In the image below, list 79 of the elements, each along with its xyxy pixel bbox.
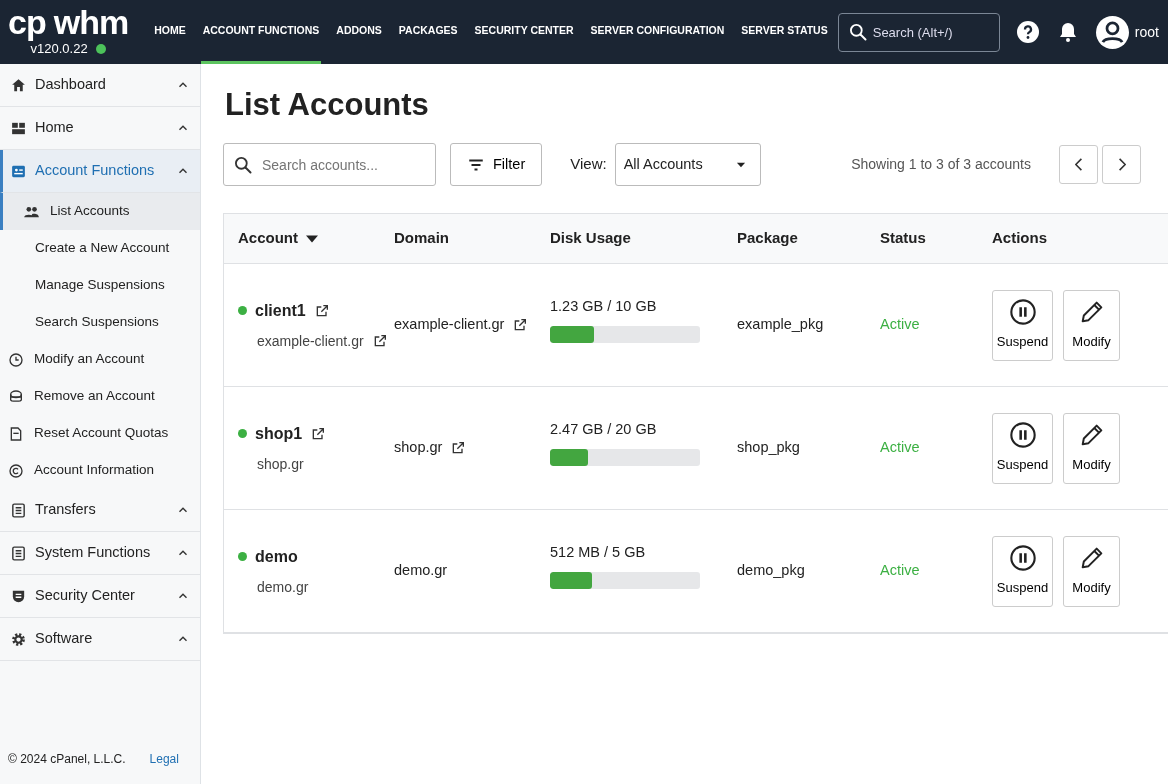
nav-tab[interactable]: ADDONS	[334, 0, 384, 64]
status-text: Active	[880, 562, 920, 579]
chevron-right-icon	[1117, 157, 1126, 173]
logo[interactable]: cp	[8, 5, 46, 40]
sidebar-item[interactable]: Modify an Account	[0, 341, 200, 378]
results-count: Showing 1 to 3 of 3 accounts	[851, 155, 1031, 175]
column-header[interactable]: Status	[880, 227, 926, 250]
filter-button[interactable]: Filter	[450, 143, 543, 187]
user-name[interactable]: root	[1134, 21, 1159, 43]
modify-button[interactable]: Modify	[1063, 289, 1120, 361]
suspend-button[interactable]: Suspend	[992, 289, 1053, 361]
nav-tab[interactable]: SERVER STATUS	[739, 0, 830, 64]
legal-link[interactable]: Legal	[149, 750, 179, 768]
disk-usage-text: 1.23 GB / 10 GB	[550, 296, 658, 316]
version-text: v120.0.22	[30, 41, 88, 59]
help-icon[interactable]	[1015, 20, 1040, 44]
view-dropdown[interactable]: All Accounts	[614, 143, 761, 187]
account-domain: demo.gr	[257, 577, 309, 597]
view-label: View:	[570, 154, 607, 175]
pause-icon	[1008, 544, 1037, 573]
nav-tab[interactable]: PACKAGES	[396, 0, 460, 64]
sidebar-item[interactable]: Manage Suspensions	[0, 267, 200, 304]
sort-caret-icon	[306, 234, 318, 243]
external-link-icon	[310, 425, 327, 442]
sidebar-item[interactable]: List Accounts	[0, 193, 200, 230]
pause-icon	[1008, 421, 1037, 450]
modify-button[interactable]: Modify	[1063, 412, 1120, 484]
status-text: Active	[880, 316, 920, 333]
sidebar-section[interactable]: Account Functions	[0, 150, 200, 193]
domain-link[interactable]: example-client.gr	[394, 314, 529, 337]
account-domain[interactable]: example-client.gr	[257, 330, 388, 352]
search-icon	[233, 154, 253, 175]
page-title: List Accounts	[225, 86, 430, 124]
sidebar-section[interactable]: Software	[0, 618, 200, 661]
disk-usage-text: 512 MB / 5 GB	[550, 542, 647, 562]
account-domain: shop.gr	[257, 454, 304, 474]
sidebar-item[interactable]: Account Information	[0, 452, 200, 489]
nav-tab[interactable]: ACCOUNT FUNCTIONS	[200, 0, 322, 64]
account-name[interactable]: client1	[255, 298, 330, 323]
copyright-text: © 2024 cPanel, L.L.C.	[8, 751, 126, 768]
table-cell: example_pkg	[737, 316, 824, 333]
account-name[interactable]: shop1	[255, 421, 327, 446]
account-name[interactable]: demo	[255, 544, 298, 569]
column-header[interactable]: Account	[238, 227, 318, 250]
sidebar-item[interactable]: Reset Account Quotas	[0, 415, 200, 452]
column-header[interactable]: Disk Usage	[550, 227, 631, 250]
nav-tab[interactable]: SECURITY CENTER	[472, 0, 576, 64]
doc-icon	[8, 425, 24, 442]
clock-icon	[8, 351, 24, 368]
search-field[interactable]: Search (Alt+/)	[837, 12, 1000, 52]
status-text: Active	[880, 439, 920, 456]
table-cell: demo_pkg	[737, 562, 805, 579]
chevron-left-icon	[1074, 157, 1083, 173]
column-header[interactable]: Domain	[394, 227, 449, 250]
disk-usage-text: 2.47 GB / 20 GB	[550, 419, 658, 439]
suspend-button[interactable]: Suspend	[992, 412, 1053, 484]
gear-icon	[10, 630, 27, 648]
sidebar-item[interactable]: Search Suspensions	[0, 304, 200, 341]
sidebar-section[interactable]: Security Center	[0, 575, 200, 618]
sidebar-section[interactable]: Transfers	[0, 489, 200, 532]
drum-icon	[8, 388, 24, 405]
search-icon	[847, 22, 868, 42]
domain-link[interactable]: shop.gr	[394, 437, 467, 460]
sidebar-item[interactable]: Remove an Account	[0, 378, 200, 415]
house-icon	[10, 76, 27, 94]
sidebar-item[interactable]: Create a New Account	[0, 230, 200, 267]
pause-icon	[1008, 298, 1037, 327]
avatar-icon[interactable]	[1095, 15, 1129, 49]
nav-tab[interactable]: SERVER CONFIGURATION	[588, 0, 727, 64]
column-header[interactable]: Package	[737, 227, 798, 250]
brand-name: whm	[53, 5, 129, 40]
modify-button[interactable]: Modify	[1063, 535, 1120, 607]
suspend-button[interactable]: Suspend	[992, 535, 1053, 607]
column-header[interactable]: Actions	[992, 227, 1047, 250]
sidebar-section[interactable]: System Functions	[0, 532, 200, 575]
sidebar-section[interactable]: Dashboard	[0, 64, 200, 107]
nav-tab[interactable]: HOME	[152, 0, 188, 64]
search-field[interactable]: Search accounts...	[223, 143, 436, 187]
table-cell: shop_pkg	[737, 439, 800, 456]
